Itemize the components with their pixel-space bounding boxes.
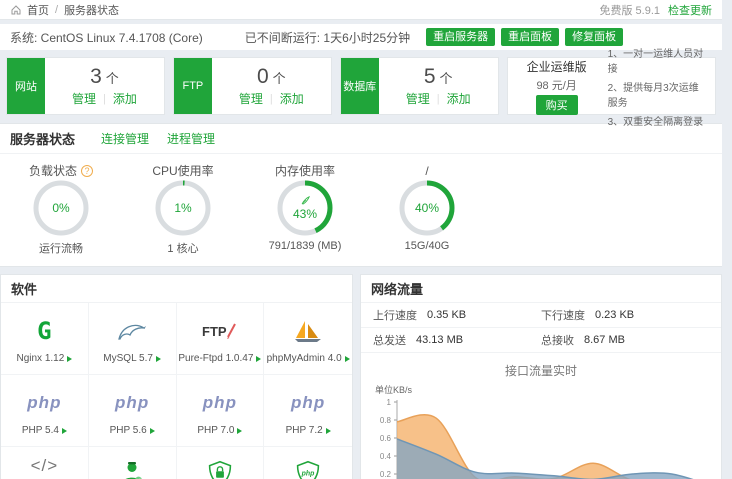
software-item-php-guard[interactable]: php PHP守护 1.2	[264, 447, 352, 479]
total-sent-value: 43.13 MB	[416, 334, 463, 346]
ftp-count: 0个	[257, 65, 286, 89]
mysql-logo-icon	[116, 313, 148, 349]
running-icon	[62, 428, 67, 434]
website-manage-link[interactable]: 管理	[72, 90, 96, 107]
system-info: 系统: CentOS Linux 7.4.1708 (Core)	[10, 29, 203, 46]
shield-lock-icon	[207, 455, 233, 479]
promo-feature: 1、一对一运维人员对接	[608, 45, 707, 75]
network-title: 网络流量	[371, 279, 423, 298]
software-item-phpmyadmin[interactable]: phpMyAdmin 4.0	[264, 303, 352, 375]
free-memory-broom-icon[interactable]	[300, 195, 311, 206]
breadcrumb-home[interactable]: 首页	[27, 2, 49, 18]
nginx-logo-icon: G	[37, 313, 51, 349]
chart-unit-label: 单位KB/s	[375, 383, 721, 396]
restart-panel-button[interactable]: 重启面板	[501, 28, 559, 46]
up-speed-value: 0.35 KB	[427, 309, 466, 321]
server-status-panel: 服务器状态 连接管理 进程管理 负载状态? 0% 运行流畅 CPU使用率 1%	[0, 123, 722, 267]
svg-text:1: 1	[387, 398, 392, 407]
ops-person-icon	[119, 455, 145, 479]
svg-text:php: php	[301, 471, 315, 478]
website-card: 网站 3个 管理|添加	[6, 57, 165, 115]
software-item-bt-ops[interactable]: 宝塔运维 1.0	[89, 447, 177, 479]
tab-process-manage[interactable]: 进程管理	[167, 130, 215, 147]
breadcrumb: 首页 / 服务器状态 免费版 5.9.1 检查更新	[0, 0, 722, 20]
server-status-title: 服务器状态	[10, 129, 75, 148]
promo-feature: 3、双重安全隔离登录	[608, 113, 707, 128]
ftp-manage-link[interactable]: 管理	[239, 90, 263, 107]
software-item-mysql[interactable]: MySQL 5.7	[89, 303, 177, 375]
svg-text:0.2: 0.2	[380, 470, 392, 479]
database-manage-link[interactable]: 管理	[406, 90, 430, 107]
promo-price: 98 元/月	[536, 77, 576, 93]
svg-text:0.8: 0.8	[380, 416, 392, 425]
website-count: 3个	[90, 65, 119, 89]
home-icon[interactable]	[10, 4, 22, 16]
buy-button[interactable]: 购买	[536, 95, 578, 115]
running-icon	[156, 356, 161, 362]
running-icon	[237, 428, 242, 434]
disk-gauge: / 40% 15G/40G	[366, 162, 488, 256]
ftp-card-tag: FTP	[174, 58, 212, 114]
database-card-tag: 数据库	[341, 58, 379, 114]
svg-text:FTP: FTP	[202, 324, 227, 339]
code-icon: </>	[31, 448, 59, 479]
running-icon	[256, 356, 261, 362]
running-icon	[67, 356, 72, 362]
software-item-php70[interactable]: php PHP 7.0	[177, 375, 265, 447]
running-icon	[150, 428, 155, 434]
software-item-secure-login[interactable]: 宝塔安全登录 1.3	[177, 447, 265, 479]
running-icon	[345, 356, 350, 362]
chart-title: 接口流量实时	[361, 362, 721, 379]
ftp-card: FTP 0个 管理|添加	[173, 57, 332, 115]
pureftpd-logo-icon: FTP	[200, 313, 240, 349]
enterprise-promo-card: 企业运维版 98 元/月 购买 1、一对一运维人员对接 2、提供每月3次运维服务…	[507, 57, 716, 115]
load-gauge: 负载状态? 0% 运行流畅	[0, 162, 122, 256]
stat-cards-row: 网站 3个 管理|添加 FTP 0个 管理|添加 数据库 5个 管理|添加 企业…	[6, 57, 716, 115]
software-item-php54[interactable]: php PHP 5.4	[1, 375, 89, 447]
tab-connection-manage[interactable]: 连接管理	[101, 130, 149, 147]
website-add-link[interactable]: 添加	[113, 90, 137, 107]
repair-panel-button[interactable]: 修复面板	[565, 28, 623, 46]
traffic-chart: 00.20.40.60.8117:32:1117:32:1617:32:2017…	[363, 396, 719, 479]
database-card: 数据库 5个 管理|添加	[340, 57, 499, 115]
promo-feature: 2、提供每月3次运维服务	[608, 79, 707, 109]
breadcrumb-separator: /	[55, 4, 58, 16]
restart-server-button[interactable]: 重启服务器	[426, 28, 495, 46]
software-panel: 软件 G Nginx 1.12 MySQL 5.7 FTP Pure-Ftpd	[0, 274, 353, 479]
software-item-nginx[interactable]: G Nginx 1.12	[1, 303, 89, 375]
help-icon[interactable]: ?	[81, 165, 93, 177]
breadcrumb-current: 服务器状态	[64, 2, 119, 18]
software-item-php72[interactable]: php PHP 7.2	[264, 375, 352, 447]
bt-panel-dashboard: 首页 / 服务器状态 免费版 5.9.1 检查更新 系统: CentOS Lin…	[0, 0, 732, 479]
software-item-php56[interactable]: php PHP 5.6	[89, 375, 177, 447]
memory-gauge: 内存使用率 43% 791/1839 (MB)	[244, 162, 366, 256]
check-update-link[interactable]: 检查更新	[668, 2, 712, 18]
ftp-add-link[interactable]: 添加	[280, 90, 304, 107]
cpu-gauge: CPU使用率 1% 1 核心	[122, 162, 244, 256]
php-logo-icon: php	[115, 385, 149, 421]
promo-title: 企业运维版	[527, 58, 587, 75]
database-count: 5个	[424, 65, 453, 89]
software-item-deploy-code[interactable]: </> 宝塔一键部署源码 1.1	[1, 447, 89, 479]
network-speed-row: 上行速度0.35 KB 下行速度0.23 KB	[361, 303, 721, 328]
uptime-info: 已不间断运行: 1天6小时25分钟	[245, 29, 410, 46]
svg-text:0.6: 0.6	[380, 434, 392, 443]
network-total-row: 总发送43.13 MB 总接收8.67 MB	[361, 328, 721, 353]
running-icon	[326, 428, 331, 434]
shield-php-icon: php	[295, 455, 321, 479]
php-logo-icon: php	[27, 385, 61, 421]
software-item-pureftpd[interactable]: FTP Pure-Ftpd 1.0.47	[177, 303, 265, 375]
php-logo-icon: php	[291, 385, 325, 421]
svg-text:0.4: 0.4	[380, 452, 392, 461]
version-label: 免费版 5.9.1	[599, 2, 660, 18]
software-title: 软件	[11, 279, 37, 298]
network-panel: 网络流量 上行速度0.35 KB 下行速度0.23 KB 总发送43.13 MB…	[360, 274, 722, 479]
total-recv-value: 8.67 MB	[584, 334, 625, 346]
phpmyadmin-logo-icon	[293, 313, 323, 349]
website-card-tag: 网站	[7, 58, 45, 114]
php-logo-icon: php	[203, 385, 237, 421]
down-speed-value: 0.23 KB	[595, 309, 634, 321]
database-add-link[interactable]: 添加	[447, 90, 471, 107]
